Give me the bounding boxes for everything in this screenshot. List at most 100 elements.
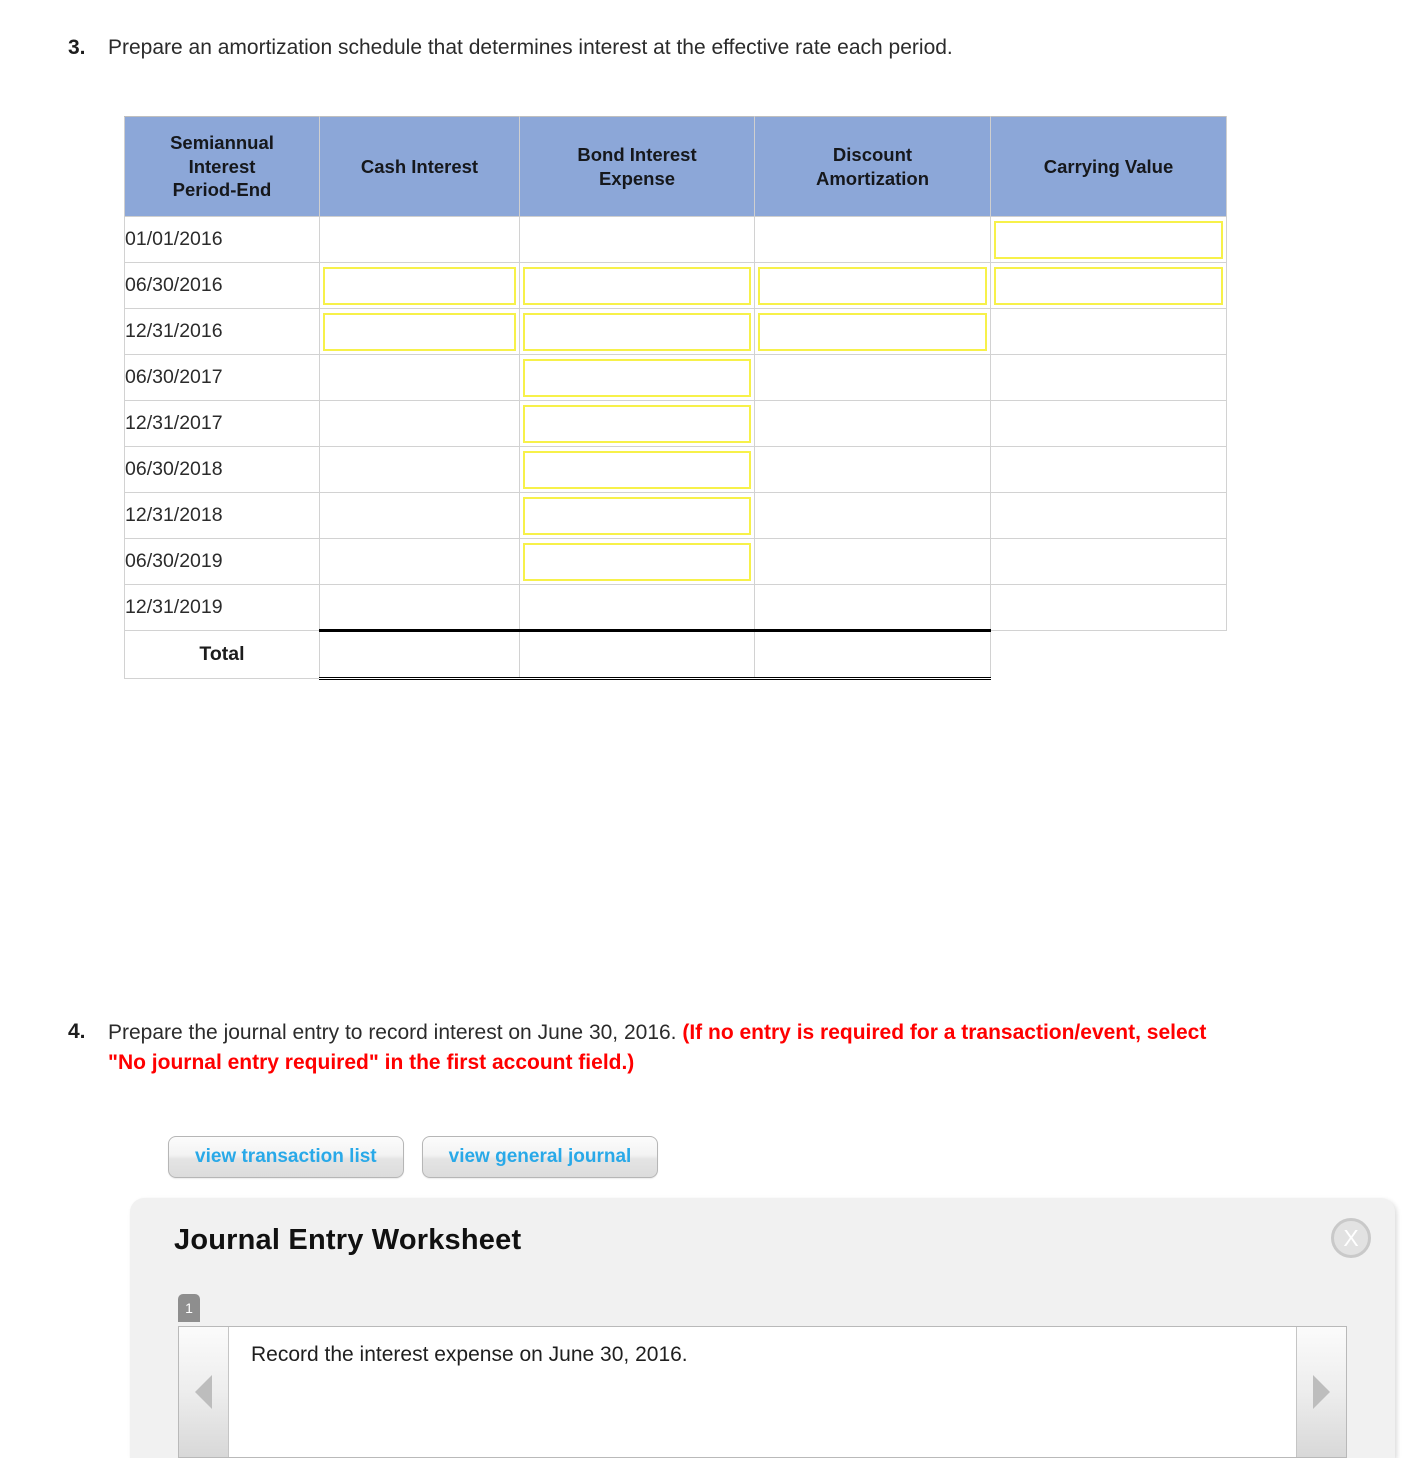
header-line: Carrying Value — [1043, 155, 1174, 177]
chevron-left-icon[interactable] — [179, 1327, 229, 1457]
header-line: Period-End — [172, 179, 272, 201]
table-row: 06/30/2017 — [124, 354, 1227, 401]
cell-discount-amortization[interactable] — [754, 308, 991, 355]
cell-bond-interest-expense[interactable] — [519, 308, 755, 355]
worksheet-content-box: Record the interest expense on June 30, … — [178, 1326, 1347, 1458]
table-header-row: Semiannual Interest Period-End Cash Inte… — [124, 116, 1227, 217]
input-carrying-value[interactable] — [994, 220, 1223, 259]
cell-discount-amortization[interactable] — [754, 262, 991, 309]
cell-carrying-value — [990, 446, 1227, 493]
cell-cash-interest — [319, 354, 520, 401]
row-label-period-end: 12/31/2017 — [124, 400, 320, 447]
cell-cash-interest — [319, 584, 520, 631]
blank-cash-interest — [323, 588, 516, 626]
header-line: Discount — [832, 143, 913, 165]
header-line: Bond Interest — [577, 143, 697, 165]
cell-discount-amortization — [754, 538, 991, 585]
row-label-period-end: 12/31/2016 — [124, 308, 320, 355]
blank-discount-amortization — [758, 359, 987, 397]
cell-cash-interest — [319, 538, 520, 585]
input-bond-interest-expense[interactable] — [523, 404, 751, 443]
input-discount-amortization[interactable] — [758, 266, 987, 305]
cell-bond-interest-expense[interactable] — [519, 446, 755, 493]
cell-cash-interest[interactable] — [319, 262, 520, 309]
cell-carrying-value — [990, 354, 1227, 401]
table-row: 01/01/2016 — [124, 216, 1227, 263]
cell-carrying-value — [990, 538, 1227, 585]
cell-bond-interest-expense — [519, 584, 755, 631]
row-label-period-end: 12/31/2019 — [124, 584, 320, 631]
cell-discount-amortization — [754, 492, 991, 539]
cell-cash-interest — [319, 400, 520, 447]
cell-bond-interest-expense[interactable] — [519, 492, 755, 539]
blank-cash-interest — [323, 543, 516, 581]
chevron-right-icon[interactable] — [1296, 1327, 1346, 1457]
row-label-period-end: 01/01/2016 — [124, 216, 320, 263]
blank-cash-interest — [323, 359, 516, 397]
question-3-number: 3. — [68, 36, 86, 59]
cell-bond-interest-expense[interactable] — [519, 538, 755, 585]
worksheet-title: Journal Entry Worksheet — [174, 1224, 522, 1256]
input-cash-interest[interactable] — [323, 266, 516, 305]
worksheet-description: Record the interest expense on June 30, … — [229, 1327, 1296, 1457]
cell-carrying-value — [990, 584, 1227, 631]
question-3: 3. Prepare an amortization schedule that… — [68, 34, 1268, 62]
cell-cash-interest — [319, 216, 520, 263]
amortization-schedule: Semiannual Interest Period-End Cash Inte… — [124, 116, 1227, 680]
total-cell-discount-amortization — [754, 629, 991, 680]
cell-cash-interest[interactable] — [319, 308, 520, 355]
blank-carrying-value — [994, 497, 1223, 535]
view-button-row: view transaction list view general journ… — [168, 1136, 659, 1178]
question-4: 4. Prepare the journal entry to record i… — [68, 1018, 1218, 1079]
input-cash-interest[interactable] — [323, 312, 516, 351]
table-row: 12/31/2018 — [124, 492, 1227, 539]
blank-discount-amortization — [758, 588, 987, 626]
row-label-total: Total — [124, 630, 320, 679]
cell-carrying-value[interactable] — [990, 262, 1227, 309]
row-label-period-end: 06/30/2017 — [124, 354, 320, 401]
header-line: Semiannual — [170, 131, 274, 153]
cell-carrying-value — [990, 400, 1227, 447]
journal-entry-worksheet-panel: Journal Entry Worksheet X 1 Record the i… — [130, 1198, 1395, 1458]
input-bond-interest-expense[interactable] — [523, 358, 751, 397]
blank-discount-amortization — [758, 405, 987, 443]
blank-cash-interest — [323, 405, 516, 443]
column-header-discount-amortization: Discount Amortization — [754, 116, 991, 217]
table-row: 12/31/2019 — [124, 584, 1227, 631]
input-carrying-value[interactable] — [994, 266, 1223, 305]
input-bond-interest-expense[interactable] — [523, 496, 751, 535]
blank-carrying-value — [994, 313, 1223, 351]
view-general-journal-button[interactable]: view general journal — [421, 1136, 659, 1178]
worksheet-tab-1[interactable]: 1 — [178, 1294, 200, 1322]
row-label-period-end: 06/30/2019 — [124, 538, 320, 585]
input-discount-amortization[interactable] — [758, 312, 987, 351]
view-transaction-list-button[interactable]: view transaction list — [168, 1136, 404, 1178]
cell-cash-interest — [319, 446, 520, 493]
column-header-carrying-value: Carrying Value — [990, 116, 1227, 217]
blank-bond-interest-expense — [523, 221, 751, 259]
row-label-period-end: 06/30/2016 — [124, 262, 320, 309]
question-4-plain: Prepare the journal entry to record inte… — [108, 1021, 683, 1044]
table-row: 12/31/2016 — [124, 308, 1227, 355]
cell-discount-amortization — [754, 216, 991, 263]
input-bond-interest-expense[interactable] — [523, 542, 751, 581]
close-icon[interactable]: X — [1331, 1218, 1371, 1258]
header-line: Expense — [598, 167, 676, 189]
input-bond-interest-expense[interactable] — [523, 266, 751, 305]
cell-bond-interest-expense[interactable] — [519, 262, 755, 309]
question-4-number: 4. — [68, 1020, 86, 1043]
cell-bond-interest-expense[interactable] — [519, 400, 755, 447]
input-bond-interest-expense[interactable] — [523, 312, 751, 351]
blank-carrying-value — [994, 359, 1223, 397]
cell-discount-amortization — [754, 584, 991, 631]
cell-bond-interest-expense[interactable] — [519, 354, 755, 401]
cell-discount-amortization — [754, 354, 991, 401]
input-bond-interest-expense[interactable] — [523, 450, 751, 489]
cell-discount-amortization — [754, 400, 991, 447]
cell-carrying-value[interactable] — [990, 216, 1227, 263]
amortization-table-body: 01/01/2016 06/30/2016 12/31/2016 06/30/2017… — [124, 216, 1227, 680]
close-glyph: X — [1343, 1224, 1359, 1251]
cell-carrying-value — [990, 492, 1227, 539]
cell-discount-amortization — [754, 446, 991, 493]
header-line: Interest — [188, 155, 256, 177]
